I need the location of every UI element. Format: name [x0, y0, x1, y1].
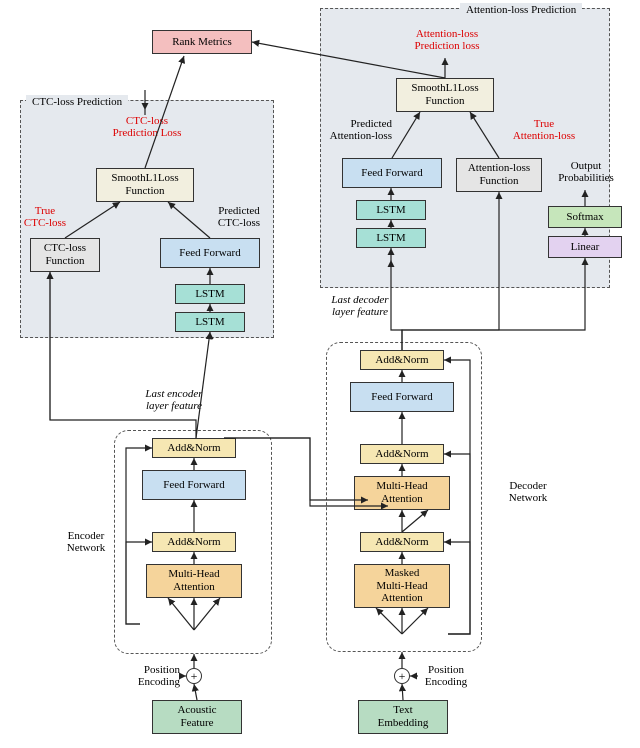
plus-icon: +: [186, 668, 202, 684]
lstm-ctc-upper-box: LSTM: [175, 284, 245, 304]
encoder-position-encoding-label: Position Encoding: [124, 664, 180, 688]
encoder-addnorm-1-box: Add&Norm: [152, 532, 236, 552]
encoder-addnorm-2-box: Add&Norm: [152, 438, 236, 458]
decoder-network-label: Decoder Network: [500, 480, 556, 504]
ctc-loss-prediction-loss-label: CTC-loss Prediction Loss: [87, 115, 207, 139]
decoder-addnorm-2-box: Add&Norm: [360, 444, 444, 464]
acoustic-feature-box: Acoustic Feature: [152, 700, 242, 734]
lstm-att-upper-box: LSTM: [356, 200, 426, 220]
lstm-att-lower-box: LSTM: [356, 228, 426, 248]
predicted-attention-loss-label: Predicted Attention-loss: [312, 118, 392, 142]
linear-box: Linear: [548, 236, 622, 258]
plus-icon: +: [394, 668, 410, 684]
decoder-position-encoding-label: Position Encoding: [418, 664, 474, 688]
attention-loss-function-box: Attention-loss Function: [456, 158, 542, 192]
decoder-masked-mha-box: Masked Multi-Head Attention: [354, 564, 450, 608]
last-encoder-feature-label: Last encoder layer feature: [134, 388, 214, 412]
softmax-box: Softmax: [548, 206, 622, 228]
att-group-title: Attention-loss Prediction: [460, 3, 582, 17]
ctc-loss-function-box: CTC-loss Function: [30, 238, 100, 272]
decoder-mha-box: Multi-Head Attention: [354, 476, 450, 510]
encoder-network-label: Encoder Network: [58, 530, 114, 554]
smooth-l1-left-box: SmoothL1Loss Function: [96, 168, 194, 202]
lstm-ctc-lower-box: LSTM: [175, 312, 245, 332]
ctc-group-title: CTC-loss Prediction: [26, 95, 128, 109]
decoder-feed-forward-box: Feed Forward: [350, 382, 454, 412]
smooth-l1-right-box: SmoothL1Loss Function: [396, 78, 494, 112]
output-probabilities-label: Output Probabilities: [546, 160, 626, 184]
rank-metrics-box: Rank Metrics: [152, 30, 252, 54]
encoder-feed-forward-box: Feed Forward: [142, 470, 246, 500]
last-decoder-feature-label: Last decoder layer feature: [320, 294, 400, 318]
feed-forward-ctc-head-box: Feed Forward: [160, 238, 260, 268]
predicted-ctc-loss-label: Predicted CTC-loss: [209, 205, 269, 229]
decoder-addnorm-1-box: Add&Norm: [360, 532, 444, 552]
decoder-addnorm-3-box: Add&Norm: [360, 350, 444, 370]
true-attention-loss-label: True Attention-loss: [504, 118, 584, 142]
attention-loss-prediction-loss-label: Attention-loss Prediction loss: [392, 28, 502, 52]
text-embedding-box: Text Embedding: [358, 700, 448, 734]
true-ctc-loss-label: True CTC-loss: [16, 205, 74, 229]
encoder-mha-box: Multi-Head Attention: [146, 564, 242, 598]
feed-forward-att-head-box: Feed Forward: [342, 158, 442, 188]
